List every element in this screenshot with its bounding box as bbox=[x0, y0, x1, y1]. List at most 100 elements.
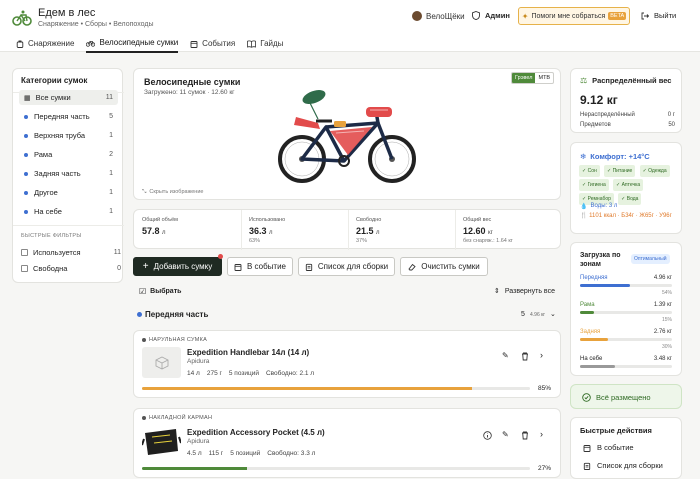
sidebar-item-frame[interactable]: Рама 2 bbox=[19, 147, 118, 162]
trash-icon[interactable] bbox=[521, 431, 529, 440]
checkbox[interactable] bbox=[21, 265, 28, 272]
category-dot bbox=[24, 114, 28, 119]
book-icon bbox=[247, 40, 257, 48]
hide-image-link[interactable]: ⤡ Скрыть изображение bbox=[142, 189, 203, 196]
filter-count: 11 bbox=[113, 249, 121, 256]
scale-icon: ⚖ bbox=[580, 76, 588, 85]
bag-name[interactable]: Expedition Handlebar 14л (14 л) bbox=[187, 348, 309, 357]
sidebar-title: Категории сумок bbox=[21, 76, 88, 85]
quick-to-event-button[interactable]: В событие bbox=[583, 443, 634, 452]
tab-bike-bags[interactable]: Велосипедные сумки bbox=[86, 38, 179, 53]
user-name: ВелоЩёки bbox=[426, 11, 465, 21]
tab-guides[interactable]: Гайды bbox=[247, 38, 283, 53]
sidebar-item-front[interactable]: Передняя часть 5 bbox=[19, 109, 118, 124]
edit-icon[interactable]: ✎ bbox=[502, 430, 509, 439]
bag-type-text: НАРУЛЬНАЯ СУМКА bbox=[149, 337, 208, 343]
sidebar-item-other[interactable]: Другое 1 bbox=[19, 185, 118, 200]
seg-mtb[interactable]: MTB bbox=[535, 73, 553, 83]
top-bag bbox=[302, 90, 326, 120]
zone-pct: 30% bbox=[661, 344, 672, 350]
fill-progress-bar bbox=[142, 467, 530, 470]
unassigned-value: 0 г bbox=[667, 112, 675, 118]
user-menu[interactable]: ВелоЩёки bbox=[412, 11, 465, 21]
info-icon[interactable] bbox=[483, 431, 492, 440]
pocket-bag-image bbox=[142, 429, 181, 455]
clear-bags-button[interactable]: Очистить сумки bbox=[400, 257, 488, 276]
quick-pack-list-button[interactable]: Список для сборки bbox=[583, 461, 663, 470]
stat-sub: 63% bbox=[249, 238, 261, 244]
chip-clothes: ✓ Одежда bbox=[639, 165, 670, 177]
chip-label: Сон bbox=[587, 168, 597, 174]
bag-positions: 5 позиций bbox=[228, 370, 259, 377]
category-dot bbox=[24, 190, 28, 195]
zone-rear: Задняя 2.76 кг 30% bbox=[580, 329, 672, 350]
zones-card: Загрузка по зонам Оптимальный Передняя 4… bbox=[570, 242, 682, 376]
sidebar-item-label: Задняя часть bbox=[34, 169, 81, 178]
stat-sub: 37% bbox=[356, 238, 368, 244]
exit-label: Выйти bbox=[654, 11, 677, 20]
tab-gear[interactable]: Снаряжение bbox=[16, 38, 74, 53]
fill-percent: 27% bbox=[538, 465, 552, 472]
checkbox[interactable] bbox=[21, 249, 28, 256]
pack-list-button[interactable]: Список для сборки bbox=[298, 257, 395, 276]
stat-number: 36.3 bbox=[249, 226, 267, 236]
tab-events[interactable]: События bbox=[190, 38, 235, 53]
bag-free: Свободно: 3.3 л bbox=[267, 450, 316, 457]
snowflake-icon: ❄ bbox=[580, 152, 587, 161]
sidebar-item-all[interactable]: ▦ Все сумки 11 bbox=[19, 90, 118, 105]
seg-gravel[interactable]: Грэвел bbox=[512, 73, 536, 83]
trash-icon[interactable] bbox=[521, 352, 529, 361]
sidebar-item-rear[interactable]: Задняя часть 1 bbox=[19, 166, 118, 181]
app-title[interactable]: Едем в лес bbox=[38, 7, 95, 19]
bag-name[interactable]: Expedition Accessory Pocket (4.5 л) bbox=[187, 428, 325, 437]
bag-thumbnail bbox=[142, 347, 181, 378]
grid-icon: ▦ bbox=[24, 94, 31, 102]
zone-bar bbox=[580, 284, 672, 287]
zone-bar bbox=[580, 311, 672, 314]
admin-link[interactable]: Админ bbox=[472, 11, 510, 20]
bike-illustration bbox=[278, 90, 416, 183]
comfort-chips: ✓ Сон ✓ Питание ✓ Одежда ✓ Гигиена ✓ Апт… bbox=[579, 165, 679, 207]
zone-name: Передняя bbox=[580, 275, 608, 281]
add-bag-label: Добавить сумку bbox=[153, 262, 213, 271]
bag-item-card[interactable]: НАРУЛЬНАЯ СУМКА Expedition Handlebar 14л… bbox=[133, 330, 561, 398]
items-value: 50 bbox=[668, 122, 675, 128]
tab-bike-bags-label: Велосипедные сумки bbox=[99, 38, 179, 47]
sidebar-item-top-tube[interactable]: Верхняя труба 1 bbox=[19, 128, 118, 143]
clear-bags-label: Очистить сумки bbox=[421, 262, 480, 271]
expand-all-button[interactable]: ⇕ Развернуть все bbox=[494, 287, 555, 296]
quick-pack-list-label: Список для сборки bbox=[597, 461, 663, 470]
select-toggle[interactable]: ☑ Выбрать bbox=[139, 287, 181, 296]
filter-in-use[interactable]: Используется 11 bbox=[21, 248, 121, 257]
bag-meta: 14 л 275 г 5 позиций Свободно: 2.1 л bbox=[187, 370, 314, 377]
sidebar-item-label: На себе bbox=[34, 207, 62, 216]
sidebar-item-label: Все сумки bbox=[35, 93, 71, 102]
bag-free: Свободно: 2.1 л bbox=[265, 370, 315, 377]
filter-free[interactable]: Свободна 0 bbox=[21, 264, 121, 273]
food-icon: 🍴 bbox=[580, 213, 588, 219]
bag-item-card[interactable]: НАКЛАДНОЙ КАРМАН Expedition Accessory Po… bbox=[133, 408, 561, 478]
group-header-front[interactable]: Передняя часть 5 4.96 кг ⌄ bbox=[137, 310, 557, 322]
help-pack-button[interactable]: ✦ Помоги мне собраться BETA bbox=[518, 7, 630, 25]
sidebar-item-on-body[interactable]: На себе 1 bbox=[19, 204, 118, 219]
chip-label: Питание bbox=[612, 168, 633, 174]
edit-icon[interactable]: ✎ bbox=[502, 351, 509, 360]
bike-logo-icon[interactable] bbox=[12, 8, 32, 28]
chevron-down-icon[interactable]: ⌄ bbox=[550, 310, 556, 318]
stat-unit: л bbox=[376, 230, 380, 236]
exit-button[interactable]: Выйти bbox=[641, 11, 676, 20]
sidebar-item-count: 1 bbox=[109, 132, 113, 139]
chevron-right-icon[interactable]: › bbox=[540, 350, 543, 360]
zone-front: Передняя 4.96 кг 54% bbox=[580, 275, 672, 296]
chevron-right-icon[interactable]: › bbox=[540, 429, 543, 439]
items-label: Предметов bbox=[580, 122, 611, 128]
zone-on-body: На себе 3.48 кг bbox=[580, 356, 672, 368]
zone-value: 4.96 кг bbox=[653, 275, 672, 281]
zone-pct: 54% bbox=[661, 290, 672, 296]
to-event-button[interactable]: В событие bbox=[227, 257, 293, 276]
frame-bag bbox=[330, 127, 372, 155]
help-label: Помоги мне собраться bbox=[531, 12, 606, 20]
add-bag-button[interactable]: + Добавить сумку bbox=[133, 257, 222, 276]
filter-label: Свободна bbox=[33, 264, 68, 273]
stat-value: 57.8 л bbox=[142, 226, 178, 236]
